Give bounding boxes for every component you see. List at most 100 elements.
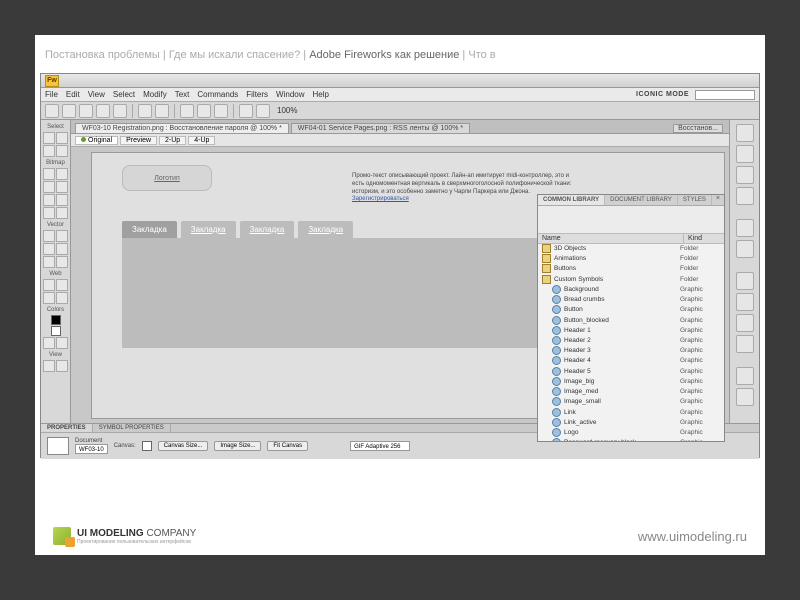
tab-symbol-properties[interactable]: SYMBOL PROPERTIES	[93, 424, 171, 432]
stamp-tool[interactable]	[56, 207, 68, 219]
hand-tool-icon[interactable]	[239, 104, 253, 118]
library-item[interactable]: Bread crumbsGraphic	[538, 295, 724, 305]
doc-tab-2[interactable]: WF04-01 Service Pages.png : RSS ленты @ …	[291, 123, 470, 133]
layers-panel-icon[interactable]	[736, 166, 754, 184]
tool-btn[interactable]	[96, 104, 110, 118]
view-preview[interactable]: Preview	[120, 136, 157, 145]
tab-properties[interactable]: PROPERTIES	[41, 424, 93, 432]
wireframe-tab[interactable]: Закладка	[181, 221, 236, 238]
library-item[interactable]: Custom SymbolsFolder	[538, 275, 724, 285]
pointer-tool[interactable]	[43, 132, 55, 144]
eraser-tool[interactable]	[56, 194, 68, 206]
wireframe-tab[interactable]: Закладка	[298, 221, 353, 238]
library-item[interactable]: Header 2Graphic	[538, 336, 724, 346]
menu-view[interactable]: View	[88, 90, 105, 99]
special-chars-icon[interactable]	[736, 367, 754, 385]
library-item[interactable]: LogoGraphic	[538, 428, 724, 438]
tab-document-library[interactable]: DOCUMENT LIBRARY	[605, 195, 678, 205]
swap-colors[interactable]	[56, 337, 68, 349]
scale-tool[interactable]	[43, 145, 55, 157]
panel-collapse-icon[interactable]: ×	[712, 195, 724, 205]
export-preset-select[interactable]: GIF Adaptive 256	[350, 441, 410, 451]
menu-file[interactable]: File	[45, 90, 58, 99]
menu-help[interactable]: Help	[313, 90, 329, 99]
library-item[interactable]: Header 4Graphic	[538, 356, 724, 366]
library-item[interactable]: Image_medGraphic	[538, 387, 724, 397]
library-item[interactable]: Image_smallGraphic	[538, 397, 724, 407]
text-tool[interactable]	[56, 243, 68, 255]
hotspot-tool[interactable]	[43, 279, 55, 291]
menu-modify[interactable]: Modify	[143, 90, 167, 99]
line-tool[interactable]	[43, 230, 55, 242]
titlebar[interactable]: Fw	[41, 74, 759, 88]
logo-placeholder[interactable]: Логотип	[122, 165, 212, 191]
rect-tool[interactable]	[43, 243, 55, 255]
library-item[interactable]: Password recovery blockGraphic	[538, 438, 724, 441]
swatches-panel-icon[interactable]	[736, 293, 754, 311]
lasso-tool[interactable]	[56, 168, 68, 180]
stroke-color[interactable]	[51, 315, 61, 325]
fit-canvas-button[interactable]: Fit Canvas	[267, 441, 308, 451]
tab-common-library[interactable]: COMMON LIBRARY	[538, 195, 605, 205]
pen-tool[interactable]	[56, 230, 68, 242]
view-4up[interactable]: 4-Up	[188, 136, 215, 145]
zoom-tool-icon[interactable]	[256, 104, 270, 118]
tool-btn[interactable]	[180, 104, 194, 118]
help-search-input[interactable]	[695, 90, 755, 100]
knife-tool[interactable]	[56, 256, 68, 268]
view-original[interactable]: Original	[75, 136, 118, 145]
workspace-mode[interactable]: ICONIC MODE	[636, 91, 689, 98]
library-panel[interactable]: COMMON LIBRARY DOCUMENT LIBRARY STYLES ×…	[537, 194, 725, 442]
fill-color[interactable]	[51, 326, 61, 336]
library-item[interactable]: Header 5Graphic	[538, 367, 724, 377]
shapes-panel-icon[interactable]	[736, 335, 754, 353]
register-link[interactable]: Зарегистрироваться	[352, 196, 409, 202]
subselect-tool[interactable]	[56, 132, 68, 144]
library-item[interactable]: Header 1Graphic	[538, 326, 724, 336]
crop-tool[interactable]	[56, 145, 68, 157]
menu-select[interactable]: Select	[113, 90, 135, 99]
wireframe-tab-active[interactable]: Закладка	[122, 221, 177, 238]
tool-btn[interactable]	[79, 104, 93, 118]
tool-btn[interactable]	[62, 104, 76, 118]
menu-text[interactable]: Text	[175, 90, 190, 99]
tool-btn[interactable]	[214, 104, 228, 118]
states-panel-icon[interactable]	[736, 187, 754, 205]
library-item[interactable]: Image_bigGraphic	[538, 377, 724, 387]
image-size-button[interactable]: Image Size...	[214, 441, 261, 451]
doc-tab-1[interactable]: WF03-10 Registration.png : Восстановлени…	[75, 123, 289, 133]
library-item[interactable]: Link_activeGraphic	[538, 418, 724, 428]
slice-tool[interactable]	[56, 279, 68, 291]
standard-view[interactable]	[43, 360, 55, 372]
tab-styles[interactable]: STYLES	[678, 195, 712, 205]
color-panel-icon[interactable]	[736, 272, 754, 290]
path-panel-icon[interactable]	[736, 314, 754, 332]
fullscreen-view[interactable]	[56, 360, 68, 372]
pencil-tool[interactable]	[43, 194, 55, 206]
doc-name-field[interactable]: WF03-10	[75, 444, 108, 454]
menu-window[interactable]: Window	[276, 90, 304, 99]
menu-filters[interactable]: Filters	[246, 90, 268, 99]
library-item[interactable]: 3D ObjectsFolder	[538, 244, 724, 254]
pages-panel-icon[interactable]	[736, 145, 754, 163]
library-item[interactable]: AnimationsFolder	[538, 254, 724, 264]
col-name[interactable]: Name	[538, 234, 684, 243]
tool-btn[interactable]	[138, 104, 152, 118]
wand-tool[interactable]	[43, 181, 55, 193]
tool-btn[interactable]	[113, 104, 127, 118]
canvas-size-button[interactable]: Canvas Size...	[158, 441, 209, 451]
history-panel-icon[interactable]	[736, 219, 754, 237]
library-item[interactable]: Button_blockedGraphic	[538, 316, 724, 326]
view-2up[interactable]: 2-Up	[159, 136, 186, 145]
menu-commands[interactable]: Commands	[197, 90, 238, 99]
tool-btn[interactable]	[197, 104, 211, 118]
image-edit-icon[interactable]	[736, 388, 754, 406]
library-item[interactable]: Header 3Graphic	[538, 346, 724, 356]
hide-slices[interactable]	[43, 292, 55, 304]
canvas-color[interactable]	[142, 441, 152, 451]
brush-tool[interactable]	[56, 181, 68, 193]
freeform-tool[interactable]	[43, 256, 55, 268]
wireframe-tab[interactable]: Закладка	[240, 221, 295, 238]
library-item[interactable]: ButtonGraphic	[538, 305, 724, 315]
optimize-panel-icon[interactable]	[736, 124, 754, 142]
